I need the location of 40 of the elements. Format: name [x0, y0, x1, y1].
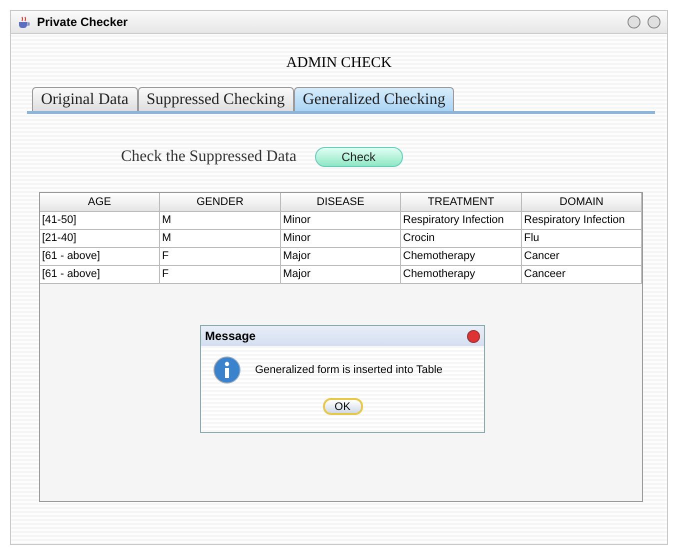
tab[interactable]: Suppressed Checking — [138, 87, 294, 111]
table-cell: [21-40] — [40, 230, 160, 248]
dialog-title: Message — [205, 329, 257, 343]
table-cell: [61 - above] — [40, 248, 160, 266]
close-icon[interactable] — [467, 330, 480, 342]
column-header[interactable]: DISEASE — [281, 193, 401, 212]
maximize-button[interactable] — [647, 15, 661, 29]
table-cell: Minor — [281, 230, 401, 248]
table-cell: Major — [281, 266, 401, 284]
minimize-button[interactable] — [627, 15, 641, 29]
table-cell: M — [160, 230, 281, 248]
column-header[interactable]: AGE — [40, 193, 160, 212]
tab[interactable]: Original Data — [32, 87, 138, 111]
table-cell: Chemotherapy — [401, 266, 522, 284]
ok-button[interactable]: OK — [322, 398, 362, 415]
column-header[interactable]: DOMAIN — [522, 193, 642, 212]
table-cell: [61 - above] — [40, 266, 160, 284]
page-heading: ADMIN CHECK — [286, 55, 392, 72]
column-header[interactable]: GENDER — [160, 193, 281, 212]
table-cell: Cancer — [522, 248, 642, 266]
table-cell: F — [160, 266, 281, 284]
table-cell: Chemotherapy — [401, 248, 522, 266]
check-label: Check the Suppressed Data — [121, 148, 297, 166]
table-cell: Minor — [281, 212, 401, 230]
info-icon — [213, 356, 241, 384]
table-cell: Respiratory Infection — [522, 212, 642, 230]
table-cell: Flu — [522, 230, 642, 248]
tab[interactable]: Generalized Checking — [294, 87, 454, 111]
table-cell: Crocin — [401, 230, 522, 248]
dialog-message: Generalized form is inserted into Table — [255, 364, 443, 376]
table-cell: F — [160, 248, 281, 266]
table-cell: Respiratory Infection — [401, 212, 522, 230]
coffee-cup-icon — [17, 15, 31, 29]
column-header[interactable]: TREATMENT — [401, 193, 522, 212]
table-cell: Major — [281, 248, 401, 266]
check-button[interactable]: Check — [314, 147, 403, 167]
table-cell: Canceer — [522, 266, 642, 284]
window-title: Private Checker — [37, 15, 129, 29]
table-cell: M — [160, 212, 281, 230]
table-cell: [41-50] — [40, 212, 160, 230]
